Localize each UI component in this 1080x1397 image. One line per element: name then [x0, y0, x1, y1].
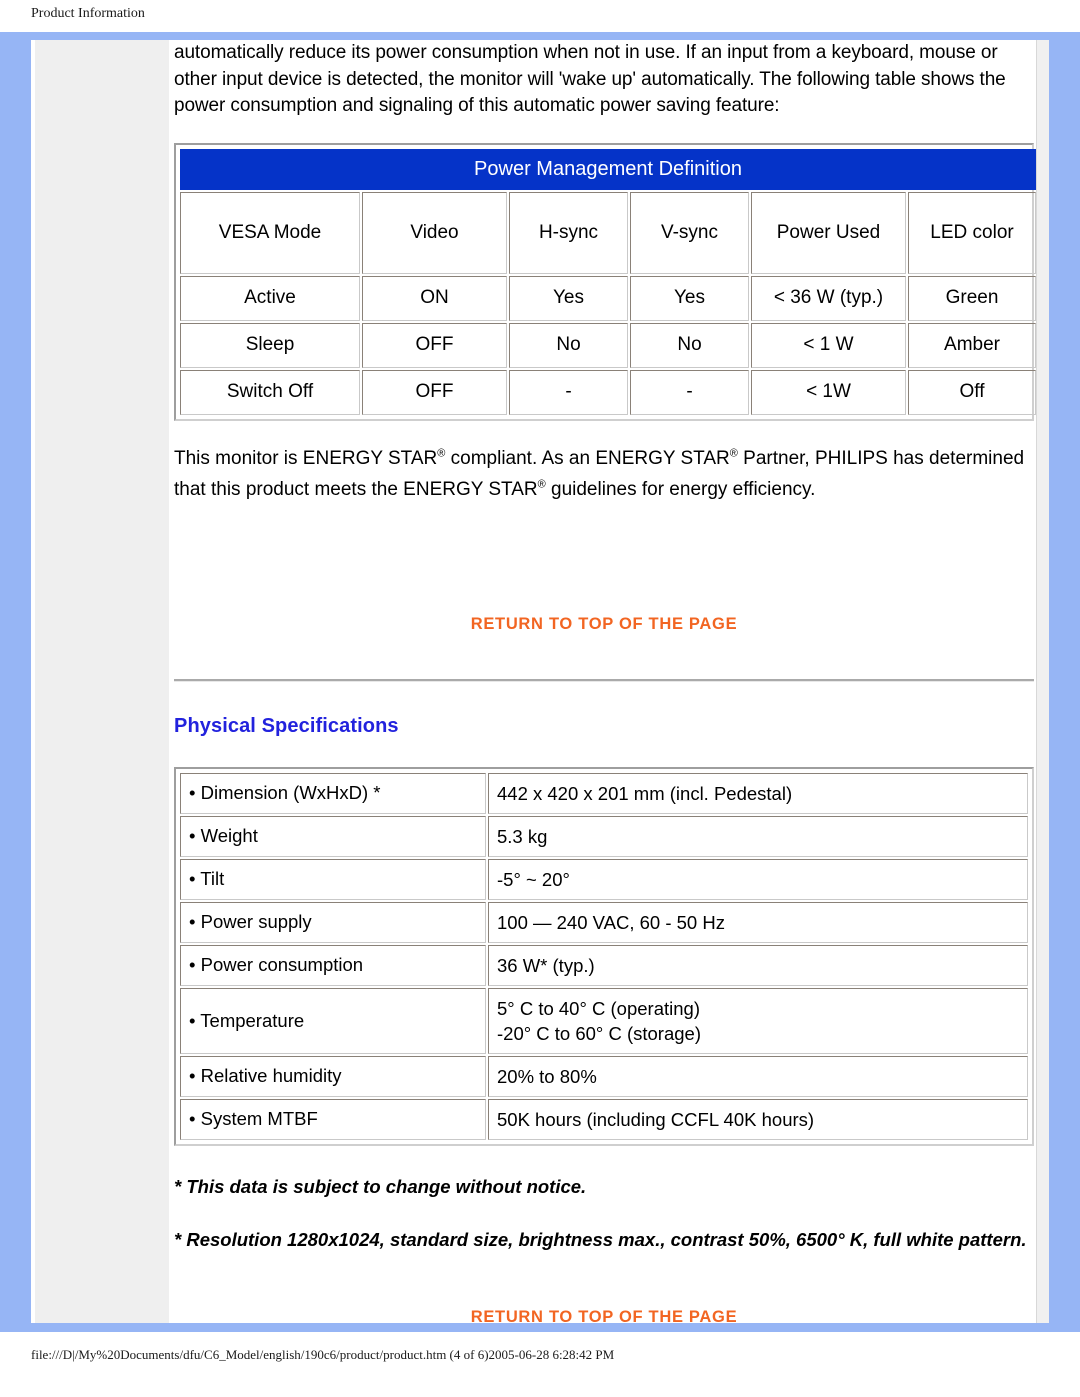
footer-file-path: file:///D|/My%20Documents/dfu/C6_Model/e… — [31, 1347, 615, 1362]
return-to-top-link[interactable]: RETURN TO TOP OF THE PAGE — [174, 1308, 1034, 1327]
cell-v-sync: - — [630, 369, 749, 415]
cell-mode: Switch Off — [180, 369, 360, 415]
column-header-h-sync: H-sync — [509, 191, 628, 274]
table-title-row: Power Management Definition — [180, 148, 1037, 190]
spec-value: 50K hours (including CCFL 40K hours) — [488, 1098, 1028, 1140]
running-header-title: Product Information — [31, 6, 145, 21]
cell-video: OFF — [362, 322, 507, 368]
spec-label: • Power consumption — [180, 944, 486, 986]
energy-star-text-4: guidelines for energy efficiency. — [545, 478, 816, 500]
spec-value-line: -5° ~ 20° — [497, 868, 570, 890]
cell-v-sync: No — [630, 322, 749, 368]
cell-h-sync: - — [509, 369, 628, 415]
registered-trademark-icon: ® — [729, 447, 738, 460]
energy-star-text-1: This monitor is ENERGY STAR — [174, 447, 438, 469]
energy-star-paragraph: This monitor is ENERGY STAR ® compliant. … — [174, 443, 1034, 505]
return-to-top-link[interactable]: RETURN TO TOP OF THE PAGE — [174, 615, 1034, 634]
power-management-table-wrapper: Power Management Definition VESA Mode Vi… — [174, 142, 1037, 421]
cell-v-sync: Yes — [630, 275, 749, 321]
spec-value-line: -20° C to 60° C (storage) — [497, 1022, 701, 1044]
running-header: Product Information — [0, 0, 1080, 32]
energy-star-text-2: compliant. As an ENERGY STAR — [445, 447, 730, 469]
table-row: • Power supply 100 — 240 VAC, 60 - 50 Hz — [180, 901, 1028, 943]
table-row: • Dimension (WxHxD) * 442 x 420 x 201 mm… — [180, 772, 1028, 814]
intro-paragraph: automatically reduce its power consumpti… — [174, 42, 1006, 116]
table-header-row: VESA Mode Video H-sync V-sync Power Used… — [180, 191, 1037, 274]
cell-power-used: < 1 W — [751, 322, 906, 368]
left-nav-column — [35, 40, 169, 1323]
table-row: • Weight 5.3 kg — [180, 815, 1028, 857]
spec-value: 20% to 80% — [488, 1055, 1028, 1097]
spec-value: 442 x 420 x 201 mm (incl. Pedestal) — [488, 772, 1028, 814]
cell-mode: Sleep — [180, 322, 360, 368]
cell-video: ON — [362, 275, 507, 321]
cell-power-used: < 36 W (typ.) — [751, 275, 906, 321]
table-row: • Temperature 5° C to 40° C (operating) -… — [180, 987, 1028, 1054]
spec-label: • Tilt — [180, 858, 486, 900]
page-title: Physical Specifications — [174, 714, 399, 737]
column-header-video: Video — [362, 191, 507, 274]
physical-specifications-table: • Dimension (WxHxD) * 442 x 420 x 201 mm… — [178, 771, 1030, 1142]
spec-value: -5° ~ 20° — [488, 858, 1028, 900]
cell-led-color: Green — [908, 275, 1037, 321]
spec-label: • Relative humidity — [180, 1055, 486, 1097]
cell-h-sync: Yes — [509, 275, 628, 321]
spec-value-line: 442 x 420 x 201 mm (incl. Pedestal) — [497, 782, 793, 804]
spec-value: 5.3 kg — [488, 815, 1028, 857]
spec-value-line: 20% to 80% — [497, 1065, 597, 1087]
table-row: • Power consumption 36 W* (typ.) — [180, 944, 1028, 986]
spec-label: • Temperature — [180, 987, 486, 1054]
spec-label: • Power supply — [180, 901, 486, 943]
table-row: Sleep OFF No No < 1 W Amber — [180, 322, 1037, 368]
spec-label: • Dimension (WxHxD) * — [180, 772, 486, 814]
cell-led-color: Amber — [908, 322, 1037, 368]
registered-trademark-icon: ® — [537, 478, 546, 491]
spec-value-line: 5° C to 40° C (operating) — [497, 997, 700, 1019]
table-row: • Tilt -5° ~ 20° — [180, 858, 1028, 900]
spec-label: • System MTBF — [180, 1098, 486, 1140]
spec-value-line: 50K hours (including CCFL 40K hours) — [497, 1108, 815, 1130]
spec-value-line: 5.3 kg — [497, 825, 548, 847]
table-row: • Relative humidity 20% to 80% — [180, 1055, 1028, 1097]
cell-power-used: < 1W — [751, 369, 906, 415]
power-management-title: Power Management Definition — [180, 148, 1037, 190]
cell-led-color: Off — [908, 369, 1037, 415]
cell-h-sync: No — [509, 322, 628, 368]
footnote-data-change: * This data is subject to change without… — [174, 1175, 587, 1197]
column-header-led-color: LED color — [908, 191, 1037, 274]
power-management-table: Power Management Definition VESA Mode Vi… — [178, 147, 1038, 417]
column-header-power-used: Power Used — [751, 191, 906, 274]
physical-specifications-table-wrapper: • Dimension (WxHxD) * 442 x 420 x 201 mm… — [174, 766, 1034, 1146]
spec-value: 5° C to 40° C (operating) -20° C to 60° C… — [488, 987, 1028, 1054]
cell-video: OFF — [362, 369, 507, 415]
column-header-v-sync: V-sync — [630, 191, 749, 274]
main-content: automatically reduce its power consumpti… — [174, 40, 1037, 1327]
column-header-vesa-mode: VESA Mode — [180, 191, 360, 274]
table-row: Switch Off OFF - - < 1W Off — [180, 369, 1037, 415]
cell-mode: Active — [180, 275, 360, 321]
spec-value: 36 W* (typ.) — [488, 944, 1028, 986]
spec-label: • Weight — [180, 815, 486, 857]
spec-value: 100 — 240 VAC, 60 - 50 Hz — [488, 901, 1028, 943]
document-page: Product Information automatically reduce… — [0, 0, 1080, 1397]
table-row: • System MTBF 50K hours (including CCFL … — [180, 1098, 1028, 1140]
spec-value-line: 36 W* (typ.) — [497, 954, 595, 976]
footnote-resolution: * Resolution 1280x1024, standard size, b… — [174, 1228, 1027, 1250]
spec-value-line: 100 — 240 VAC, 60 - 50 Hz — [497, 911, 725, 933]
section-divider — [174, 678, 1034, 682]
table-row: Active ON Yes Yes < 36 W (typ.) Green — [180, 275, 1037, 321]
